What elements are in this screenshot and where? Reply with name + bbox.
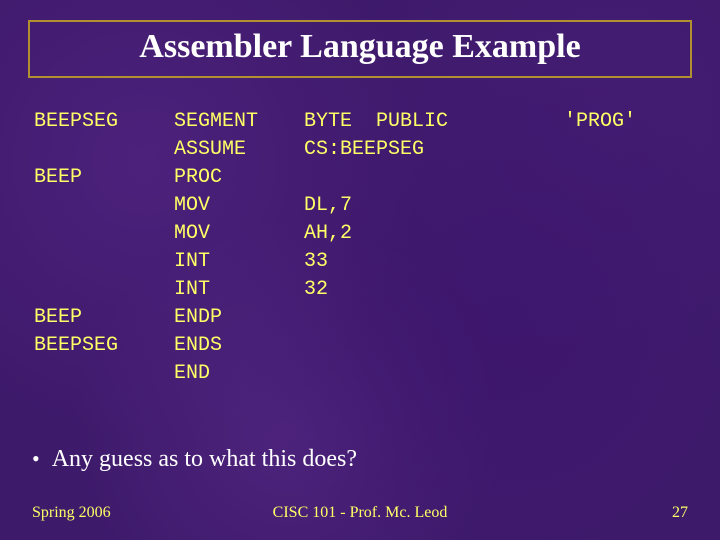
slide-title: Assembler Language Example <box>30 28 690 66</box>
code-col-3: AH,2 <box>304 220 564 248</box>
code-col-3: CS:BEEPSEG <box>304 136 564 164</box>
code-line: MOVDL,7 <box>34 192 636 220</box>
code-line: END <box>34 360 636 388</box>
code-line: BEEPSEGENDS <box>34 332 636 360</box>
code-line: BEEPSEGSEGMENTBYTE PUBLIC'PROG' <box>34 108 636 136</box>
code-col-3: 32 <box>304 276 564 304</box>
code-col-1: BEEP <box>34 304 174 332</box>
code-col-2: END <box>174 360 304 388</box>
code-col-2: PROC <box>174 164 304 192</box>
code-col-3: DL,7 <box>304 192 564 220</box>
footer-right-page-number: 27 <box>672 504 688 522</box>
bullet-text: Any guess as to what this does? <box>52 446 357 472</box>
code-col-2: INT <box>174 248 304 276</box>
code-col-1: BEEPSEG <box>34 108 174 136</box>
bullet-dot-icon: • <box>32 447 40 471</box>
code-col-2: ENDS <box>174 332 304 360</box>
assembler-code-block: BEEPSEGSEGMENTBYTE PUBLIC'PROG'ASSUMECS:… <box>34 108 636 388</box>
code-col-1: BEEPSEG <box>34 332 174 360</box>
title-box: Assembler Language Example <box>28 20 692 78</box>
code-line: INT33 <box>34 248 636 276</box>
code-line: ASSUMECS:BEEPSEG <box>34 136 636 164</box>
code-line: BEEPENDP <box>34 304 636 332</box>
code-col-2: ASSUME <box>174 136 304 164</box>
code-col-2: MOV <box>174 192 304 220</box>
code-col-2: MOV <box>174 220 304 248</box>
code-col-1: BEEP <box>34 164 174 192</box>
code-col-2: SEGMENT <box>174 108 304 136</box>
code-line: INT32 <box>34 276 636 304</box>
code-line: MOVAH,2 <box>34 220 636 248</box>
code-col-3: BYTE PUBLIC <box>304 108 564 136</box>
bullet-question: • Any guess as to what this does? <box>32 446 357 473</box>
code-line: BEEPPROC <box>34 164 636 192</box>
code-col-2: ENDP <box>174 304 304 332</box>
footer-center: CISC 101 - Prof. Mc. Leod <box>0 504 720 522</box>
code-col-3: 33 <box>304 248 564 276</box>
code-col-2: INT <box>174 276 304 304</box>
code-col-4: 'PROG' <box>564 108 636 136</box>
